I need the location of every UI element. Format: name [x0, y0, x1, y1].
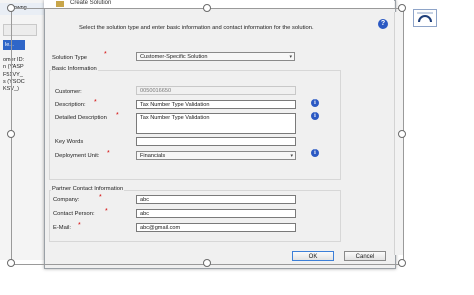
layout-options-icon[interactable] — [413, 9, 437, 27]
layout-arc-icon — [417, 12, 433, 23]
dialog-app-icon — [56, 1, 64, 7]
resize-handle-bottom-center[interactable] — [203, 259, 211, 267]
resize-handle-middle-right[interactable] — [398, 130, 406, 138]
dialog-title: Create Solution — [70, 0, 112, 6]
resize-handle-top-left[interactable] — [7, 4, 15, 12]
resize-handle-top-right[interactable] — [398, 4, 406, 12]
resize-handle-bottom-right[interactable] — [398, 259, 406, 267]
selection-frame — [11, 8, 404, 265]
resize-handle-bottom-left[interactable] — [7, 259, 15, 267]
resize-handle-top-center[interactable] — [203, 4, 211, 12]
resize-handle-middle-left[interactable] — [7, 130, 15, 138]
